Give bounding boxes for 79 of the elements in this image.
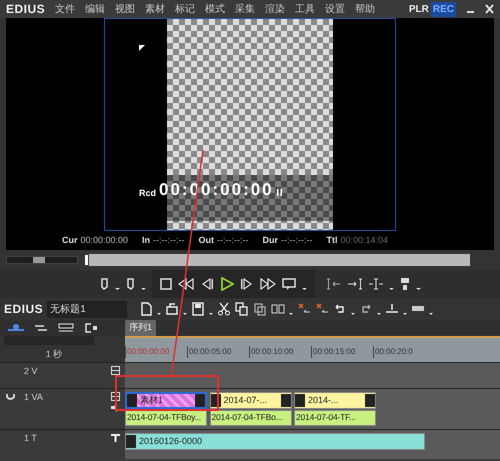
app-logo: EDIUS [6, 1, 46, 18]
menu-item[interactable]: 工具 [295, 2, 316, 16]
timeline-clip[interactable]: 2014-... [294, 392, 376, 409]
open-icon[interactable] [165, 302, 180, 316]
play-icon[interactable] [220, 277, 234, 291]
paste-icon[interactable] [253, 302, 268, 316]
output-icon[interactable] [399, 277, 411, 291]
menu-item[interactable]: 设置 [325, 2, 346, 16]
sequence-tab[interactable]: 序列1 [125, 320, 156, 336]
add-track-icon[interactable] [8, 323, 24, 333]
audio-clip[interactable]: 2014-07-04-TFBoy... [125, 410, 207, 426]
app-logo: EDIUS [4, 301, 44, 318]
timecode-value: 00:00:14:04 [340, 234, 388, 247]
ruler-timecode: 00:00:05:00 [187, 346, 249, 358]
menu-item[interactable]: 编辑 [85, 2, 106, 16]
menu-item[interactable]: 帮助 [355, 2, 376, 16]
menu-item[interactable]: 模式 [205, 2, 226, 16]
step-forward-icon[interactable] [240, 277, 254, 291]
slider-thumb[interactable] [32, 257, 44, 263]
fast-forward-icon[interactable] [260, 277, 276, 291]
track-name: 1 T [23, 432, 38, 445]
menu-item[interactable]: 文件 [55, 2, 76, 16]
copy-icon[interactable] [235, 302, 250, 316]
timecode-value: --:--:--:-- [217, 234, 249, 247]
mark-out-icon[interactable] [126, 277, 135, 291]
rewind-icon[interactable] [178, 277, 194, 291]
track-name: 2 V [23, 365, 39, 378]
ruler-timecode: 00:00:00:00 [125, 346, 187, 358]
speaker-icon[interactable] [111, 403, 120, 412]
timecode-value: --:--:--:-- [281, 234, 312, 247]
mode-tab[interactable]: REC [430, 2, 456, 16]
audio-clip[interactable]: 2014-07-04-TF... [294, 410, 376, 426]
ruler-timecode: 00:00:20:0 [373, 346, 435, 358]
step-back-icon[interactable] [200, 277, 214, 291]
timeline-clip[interactable]: 素材1 [125, 392, 207, 409]
mark-in-icon[interactable] [100, 277, 109, 291]
track-name: 1 VA [23, 391, 44, 404]
audio-clip[interactable]: 2014-07-04-TFBo... [210, 410, 292, 426]
timeline-clip[interactable]: 2014-07-... [210, 392, 292, 409]
split-icon[interactable] [368, 277, 384, 291]
menu-item[interactable]: 标记 [175, 2, 196, 16]
loop-icon[interactable] [282, 277, 296, 291]
timeline-clip[interactable]: 20160126-0000 [125, 433, 425, 450]
insert-in-icon[interactable] [326, 277, 342, 291]
video-track-icon[interactable] [111, 392, 120, 400]
timecode-label: Dur [262, 234, 278, 247]
video-track-icon[interactable] [111, 366, 120, 374]
playhead-handle[interactable] [84, 254, 89, 266]
sync-icon[interactable] [84, 323, 98, 333]
corner-marker-icon [139, 45, 145, 51]
title-track-icon[interactable] [111, 432, 120, 442]
ruler-timecode: 00:00:10:00 [249, 346, 311, 358]
menu-item[interactable]: 素材 [145, 2, 166, 16]
pause-icon [276, 189, 282, 196]
marker-icon[interactable] [385, 302, 400, 316]
mode-tab[interactable]: PLR [406, 2, 431, 16]
timecode-label: Out [198, 234, 214, 247]
timecode-value: 00:00:00:00 [80, 234, 128, 247]
menu-item[interactable]: 渲染 [265, 2, 286, 16]
new-sequence-icon[interactable] [139, 302, 154, 316]
timecode-value: --:--:--:-- [153, 234, 185, 247]
close-icon[interactable] [485, 4, 494, 14]
rcd-label: Rcd [139, 187, 156, 200]
replace-icon[interactable] [271, 302, 286, 316]
timecode-label: Cur [62, 234, 78, 247]
menu-item[interactable]: 视图 [115, 2, 136, 16]
track-lock-icon[interactable] [6, 393, 14, 401]
timecode-label: Ttl [326, 234, 338, 247]
shuttle-slider[interactable] [6, 256, 78, 264]
ruler-timecode: 00:00:15:00 [311, 346, 373, 358]
insert-out-icon[interactable] [347, 277, 363, 291]
save-icon[interactable] [191, 302, 206, 316]
cut-icon[interactable] [217, 302, 232, 316]
menu-item[interactable]: 采集 [235, 2, 256, 16]
link-icon[interactable] [58, 323, 74, 333]
project-name-field[interactable]: 无标题1 [47, 300, 128, 318]
stop-icon[interactable] [160, 277, 172, 291]
timecode-label: In [142, 234, 150, 247]
track-swap-icon[interactable] [34, 323, 48, 333]
